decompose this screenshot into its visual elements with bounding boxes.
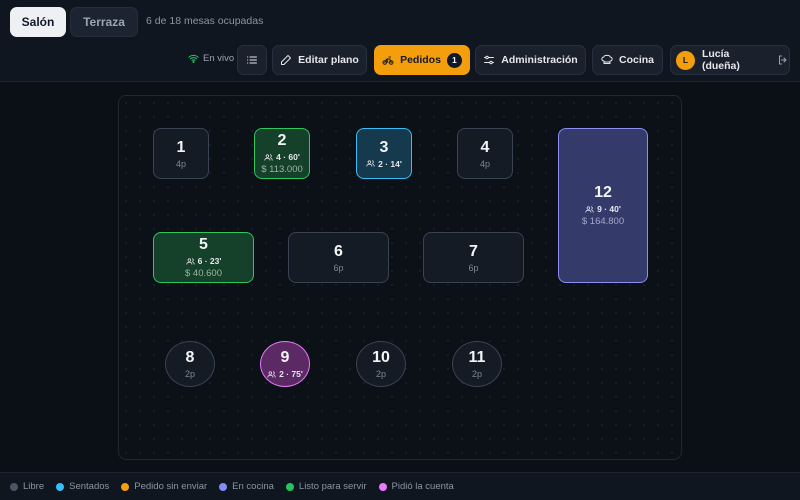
logout-icon[interactable] (777, 54, 789, 66)
table-guests-time: 9 · 40' (585, 204, 621, 214)
table-number: 3 (379, 138, 389, 156)
legend-dot (378, 482, 387, 491)
legend-dot (121, 482, 130, 491)
table-9[interactable]: 9 2 · 75' (260, 341, 310, 387)
list-icon (247, 56, 257, 64)
wifi-icon (188, 54, 199, 63)
legend-dot (285, 482, 294, 491)
avatar: L (676, 50, 695, 70)
bike-icon (382, 56, 394, 65)
pencil-icon (281, 55, 292, 65)
occupancy-text: 6 de 18 mesas ocupadas (146, 15, 264, 27)
users-icon (366, 160, 375, 167)
legend-label: Listo para servir (298, 481, 367, 492)
legend-label: Libre (23, 481, 45, 492)
table-capacity: 4p (175, 158, 186, 169)
floor-plan: 1 4p 2 4 · 60' $ 113.000 3 2 · 14' 4 4p … (118, 95, 682, 460)
table-2[interactable]: 2 4 · 60' $ 113.000 (254, 128, 310, 179)
table-4[interactable]: 4 4p (457, 128, 513, 179)
legend-label: Pedido sin enviar (134, 481, 208, 492)
table-capacity: 2p (471, 369, 482, 379)
legend-label: Sentados (69, 481, 110, 492)
orders-label: Pedidos (400, 54, 441, 66)
table-12[interactable]: 12 9 · 40' $ 164.800 (558, 128, 648, 283)
users-icon (585, 205, 594, 213)
administration-label: Administración (501, 54, 578, 66)
legend-label: Pidió la cuenta (391, 481, 454, 492)
legend-item-sentados: Sentados (56, 481, 109, 492)
legend-item-pedido-sin-enviar: Pedido sin enviar (121, 481, 207, 492)
legend-item-libre: Libre (10, 481, 44, 492)
live-label: En vivo (203, 53, 235, 64)
legend-item-listo-para-servir: Listo para servir (285, 481, 367, 492)
table-6[interactable]: 6 6p (288, 232, 389, 283)
table-7[interactable]: 7 6p (423, 232, 524, 283)
legend-item-pidio-la-cuenta: Pidió la cuenta (378, 481, 454, 492)
table-number: 5 (199, 236, 208, 253)
table-capacity: 2p (375, 369, 386, 379)
kitchen-label: Cocina (618, 54, 654, 66)
orders-count-badge: 1 (446, 52, 462, 68)
table-number: 8 (185, 349, 195, 366)
table-amount: $ 164.800 (581, 216, 625, 227)
table-guests-time: 6 · 23' (185, 256, 221, 266)
edit-plan-button[interactable]: Editar plano (272, 45, 367, 75)
table-3[interactable]: 3 2 · 14' (356, 128, 412, 179)
table-capacity: 4p (479, 158, 490, 169)
edit-plan-label: Editar plano (298, 54, 359, 66)
list-view-button[interactable] (237, 45, 267, 75)
table-11[interactable]: 11 2p (452, 341, 502, 387)
table-number: 1 (176, 138, 186, 156)
table-guests-time: 2 · 75' (267, 369, 303, 379)
chef-hat-icon (601, 54, 613, 64)
table-number: 12 (594, 184, 612, 201)
user-name: Lucía (dueña) (701, 48, 740, 72)
table-number: 4 (480, 138, 490, 156)
table-amount: $ 40.600 (185, 268, 222, 279)
table-number: 2 (277, 132, 287, 149)
table-amount: $ 113.000 (261, 164, 303, 175)
users-icon (264, 153, 273, 161)
table-capacity: 6p (333, 262, 344, 273)
table-number: 11 (468, 349, 486, 366)
table-capacity: 6p (468, 262, 479, 273)
legend-dot (10, 482, 18, 491)
table-number: 6 (334, 242, 343, 260)
kitchen-button[interactable]: Cocina (592, 45, 663, 75)
tab-salon[interactable]: Salón (10, 7, 66, 37)
legend-label: En cocina (232, 481, 274, 492)
status-legend: Libre Sentados Pedido sin enviar En coci… (0, 472, 800, 500)
administration-button[interactable]: Administración (475, 45, 586, 75)
table-number: 9 (280, 349, 290, 366)
live-indicator: En vivo (188, 53, 234, 64)
table-guests-time: 4 · 60' (264, 152, 300, 162)
table-capacity: 2p (184, 369, 195, 379)
table-1[interactable]: 1 4p (153, 128, 209, 179)
user-menu-button[interactable]: L Lucía (dueña) (670, 45, 790, 75)
table-guests-time: 2 · 14' (366, 159, 402, 169)
table-number: 7 (469, 242, 478, 260)
orders-button[interactable]: Pedidos 1 (374, 45, 470, 75)
table-8[interactable]: 8 2p (165, 341, 215, 387)
top-bar: Salón Terraza 6 de 18 mesas ocupadas En … (0, 0, 800, 82)
table-number: 10 (372, 349, 390, 366)
users-icon (267, 370, 276, 378)
tab-terraza[interactable]: Terraza (70, 7, 138, 37)
legend-item-en-cocina: En cocina (219, 481, 274, 492)
users-icon (185, 257, 195, 265)
table-5[interactable]: 5 6 · 23' $ 40.600 (153, 232, 254, 283)
table-10[interactable]: 10 2p (356, 341, 406, 387)
legend-dot (56, 482, 65, 491)
legend-dot (219, 482, 228, 491)
sliders-icon (484, 55, 495, 65)
